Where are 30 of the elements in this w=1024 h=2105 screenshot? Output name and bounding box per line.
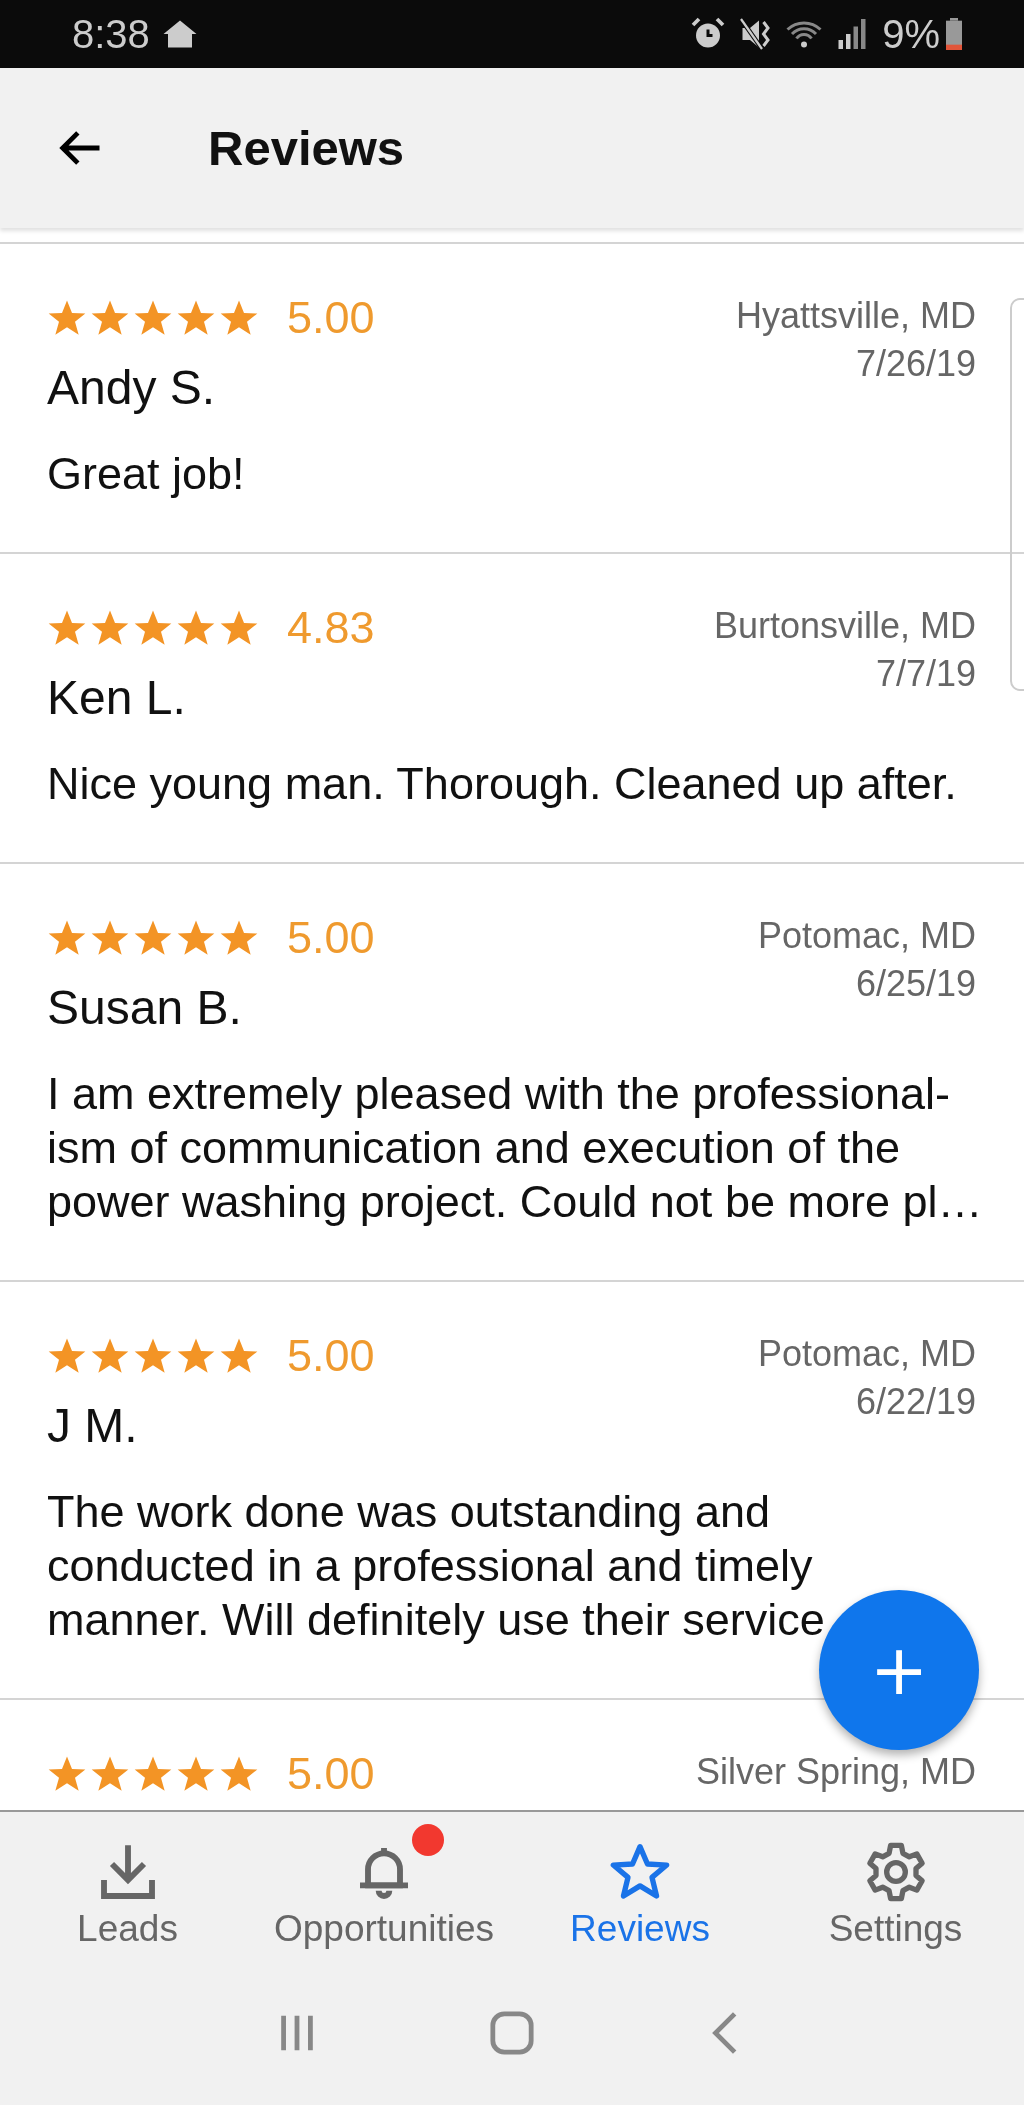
rating-value: 5.00 <box>287 1330 375 1382</box>
reviewer-name: Ken L. <box>47 670 187 725</box>
rating-value: 4.83 <box>287 602 375 654</box>
review-date: 7/7/19 <box>874 652 976 696</box>
rating-value: 5.00 <box>287 1748 375 1800</box>
review-date: 6/22/19 <box>854 1380 976 1424</box>
review-location: Silver Spring, MD <box>695 1750 976 1794</box>
nav-tab[interactable]: Leads <box>0 1812 255 1980</box>
review-location: Hyattsville, MD <box>735 294 976 338</box>
battery-percent: 9% <box>882 11 940 57</box>
reviewer-name: Susan B. <box>47 980 243 1035</box>
nav-tab[interactable]: Opportunities <box>255 1812 513 1980</box>
review-location: Potomac, MD <box>757 914 976 958</box>
home-button-icon[interactable] <box>489 2009 535 2056</box>
status-time: 8:38 <box>72 11 150 57</box>
review-date: 6/25/19 <box>854 962 976 1006</box>
review-date: 7/26/19 <box>854 342 976 386</box>
nav-tab[interactable]: Reviews <box>513 1812 767 1980</box>
reviewer-name: Andy S. <box>47 360 217 415</box>
review-text: Great job! <box>47 447 246 501</box>
rating-value: 5.00 <box>287 912 375 964</box>
nav-tab[interactable]: Settings <box>767 1812 1024 1980</box>
review-text: I am extremely pleased with the professional- ism of communication and execution of the power washing project. Could not be more pl… <box>47 1067 976 1229</box>
review-location: Burtonsville, MD <box>713 604 976 648</box>
rating-value: 5.00 <box>287 292 375 344</box>
review-location: Potomac, MD <box>757 1332 976 1376</box>
battery-icon <box>946 17 962 51</box>
screen-title: Reviews <box>208 120 405 176</box>
review-text: Nice young man. Thorough. Cleaned up after. <box>47 757 958 811</box>
reviewer-name: J M. <box>47 1398 139 1453</box>
